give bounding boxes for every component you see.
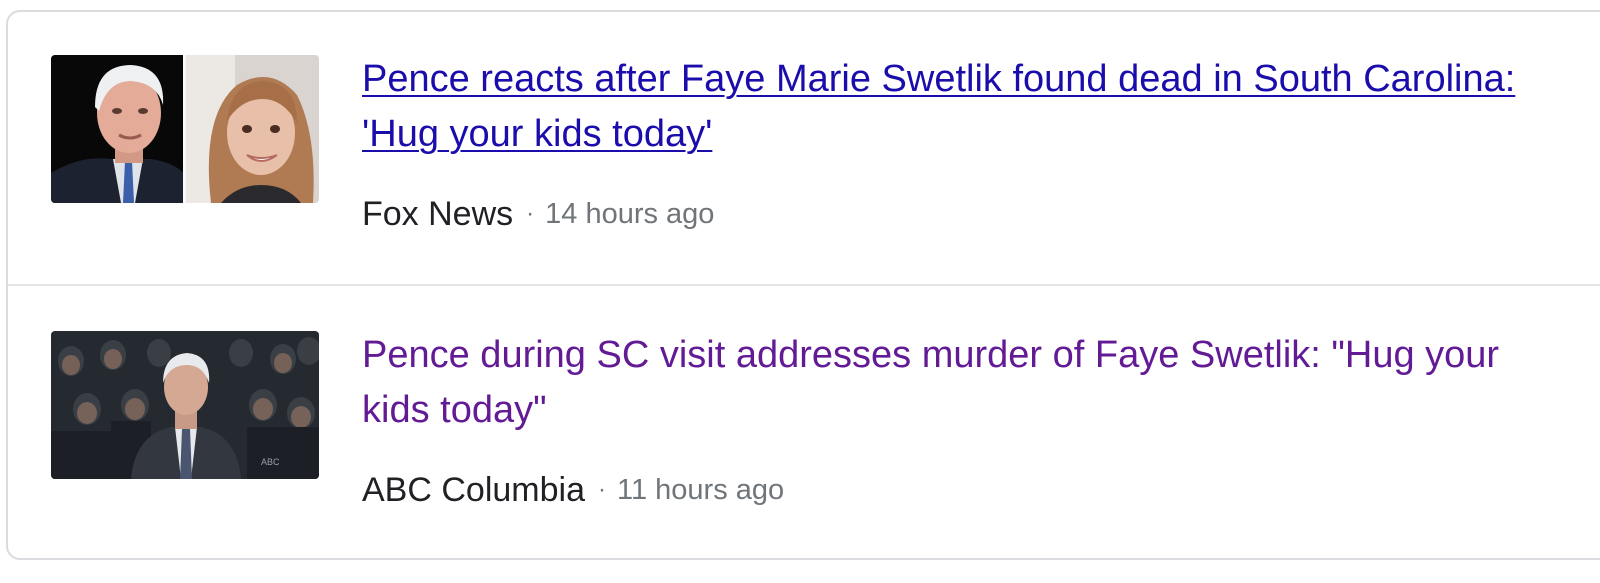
story-source[interactable]: ABC Columbia [362,471,585,510]
story-meta: Fox News · 14 hours ago [362,194,714,234]
story-headline-link[interactable]: Pence reacts after Faye Marie Swetlik fo… [362,52,1562,162]
story-meta: ABC Columbia · 11 hours ago [362,470,784,510]
news-story[interactable]: ABC Pence during SC visit addresses murd… [0,276,1600,546]
story-source[interactable]: Fox News [362,195,513,234]
news-story[interactable]: Pence reacts after Faye Marie Swetlik fo… [0,0,1600,270]
thumbnail-image: ABC [51,331,319,479]
story-thumbnail[interactable] [51,55,319,203]
story-timestamp: 11 hours ago [616,473,785,506]
meta-separator: · [526,200,535,227]
thumbnail-image [51,55,319,203]
story-timestamp: 14 hours ago [545,197,715,230]
story-headline-link[interactable]: Pence during SC visit addresses murder o… [362,328,1562,438]
meta-separator: · [597,476,606,503]
story-thumbnail[interactable]: ABC [51,331,319,479]
svg-text:ABC: ABC [261,457,280,467]
